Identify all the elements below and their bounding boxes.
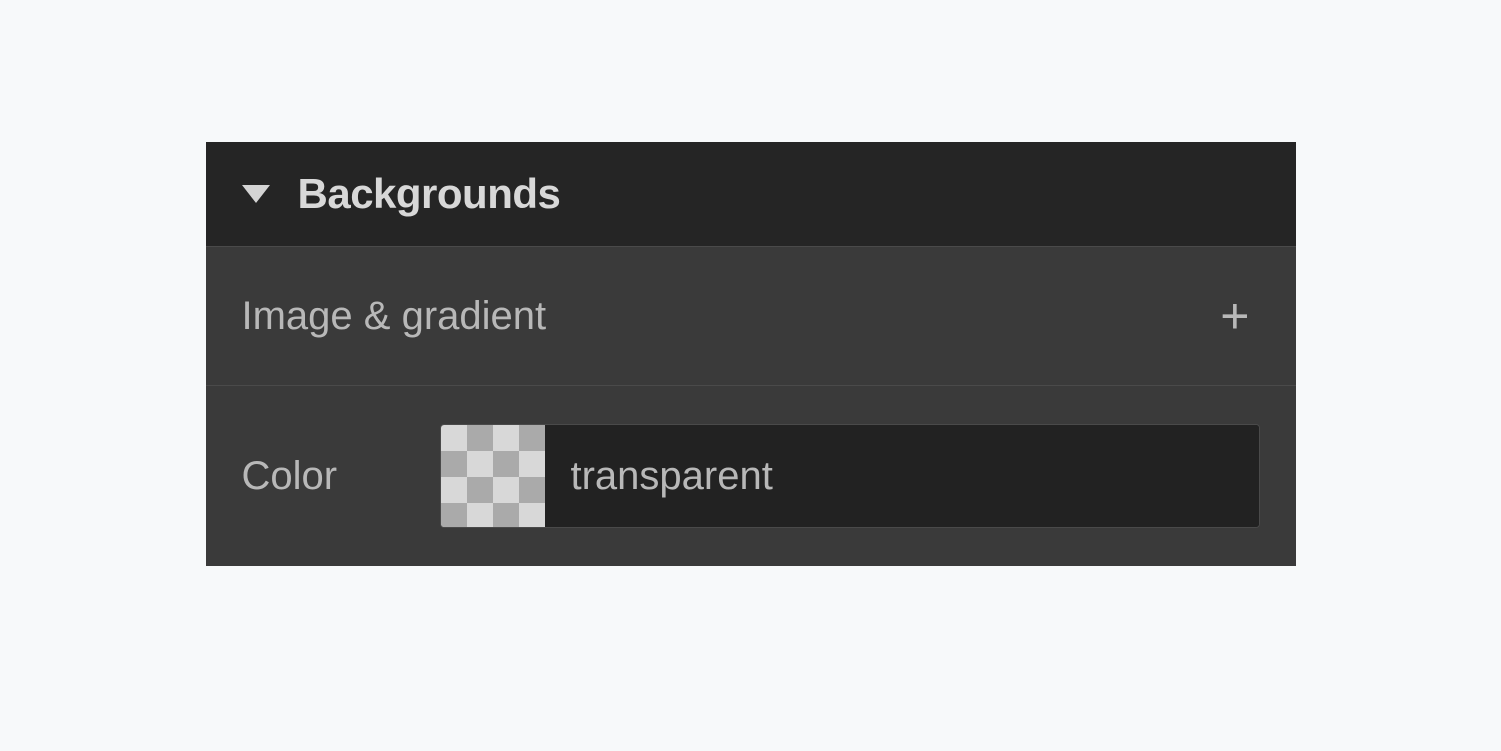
image-gradient-label: Image & gradient [242, 294, 547, 339]
color-input-wrap [440, 424, 1260, 528]
color-value-input[interactable] [545, 425, 1259, 527]
color-swatch-button[interactable] [441, 425, 545, 528]
backgrounds-panel: Backgrounds Image & gradient + Color [206, 142, 1296, 566]
image-gradient-row: Image & gradient + [206, 247, 1296, 386]
panel-title: Backgrounds [298, 170, 561, 218]
panel-header[interactable]: Backgrounds [206, 142, 1296, 247]
color-label: Color [242, 454, 372, 499]
add-image-gradient-button[interactable]: + [1220, 291, 1249, 341]
disclosure-triangle-icon[interactable] [242, 185, 270, 203]
color-row: Color [206, 386, 1296, 566]
